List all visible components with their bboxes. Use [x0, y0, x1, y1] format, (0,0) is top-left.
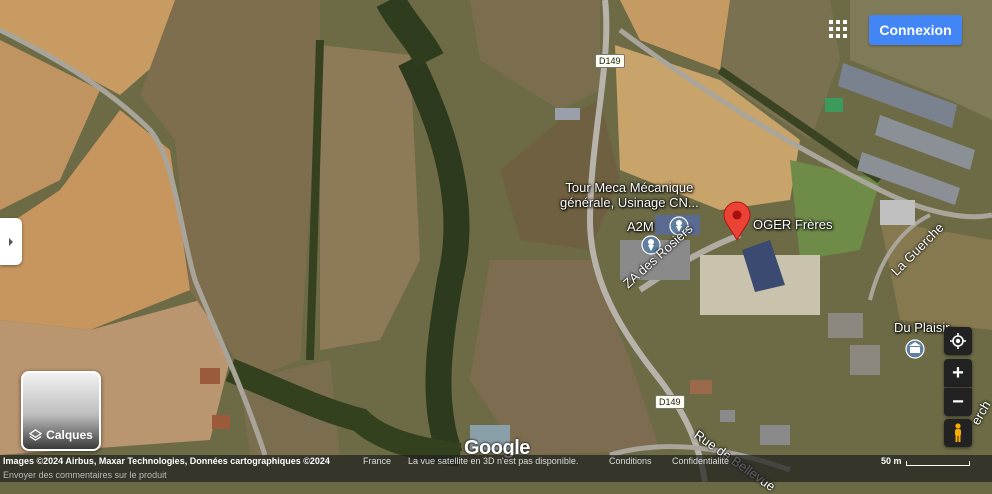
place-label-tour-meca-line1: Tour Meca Mécanique [565, 180, 694, 195]
place-label-tour-meca-line2: générale, Usinage CN... [560, 195, 699, 210]
scale-bar[interactable] [906, 461, 970, 466]
conditions-link[interactable]: Conditions [609, 455, 652, 468]
place-label-a2m[interactable]: A2M [627, 219, 654, 234]
satellite-3d-notice: La vue satellite en 3D n'est pas disponi… [408, 456, 579, 466]
street-view-pegman-button[interactable] [944, 419, 972, 447]
map-footer: Images ©2024 Airbus, Maxar Technologies,… [0, 455, 992, 468]
country-link[interactable]: France [363, 455, 391, 468]
zoom-in-button[interactable]: + [944, 359, 972, 387]
road-shield-d149-bottom: D149 [655, 395, 685, 409]
zoom-out-button[interactable]: − [944, 388, 972, 416]
place-label-oger[interactable]: OGER Frères [753, 217, 832, 232]
satellite-map[interactable] [0, 0, 992, 482]
my-location-icon [950, 333, 966, 349]
login-button[interactable]: Connexion [869, 15, 962, 45]
attribution-text: Images ©2024 Airbus, Maxar Technologies,… [3, 456, 330, 466]
layers-button[interactable]: Calques [21, 371, 101, 451]
museum-pin-icon[interactable] [905, 339, 925, 359]
layers-label: Calques [46, 428, 93, 442]
feedback-bar: Envoyer des commentaires sur le produit [0, 468, 992, 482]
pegman-icon [955, 423, 961, 442]
place-label-du-plaisir[interactable]: Du Plaisir [894, 320, 950, 335]
road-shield-d149-top: D149 [595, 54, 625, 68]
chevron-right-icon [9, 237, 13, 246]
my-location-button[interactable] [944, 327, 972, 355]
privacy-link[interactable]: Confidentialité [672, 455, 729, 468]
place-label-tour-meca[interactable]: Tour Meca Mécanique générale, Usinage CN… [560, 180, 699, 210]
side-panel-toggle[interactable] [0, 218, 22, 265]
feedback-link[interactable]: Envoyer des commentaires sur le produit [3, 468, 167, 482]
layers-button-content: Calques [23, 428, 99, 442]
scale-label[interactable]: 50 m [881, 455, 902, 468]
layers-icon [29, 428, 43, 441]
apps-grid-icon[interactable] [829, 20, 847, 38]
